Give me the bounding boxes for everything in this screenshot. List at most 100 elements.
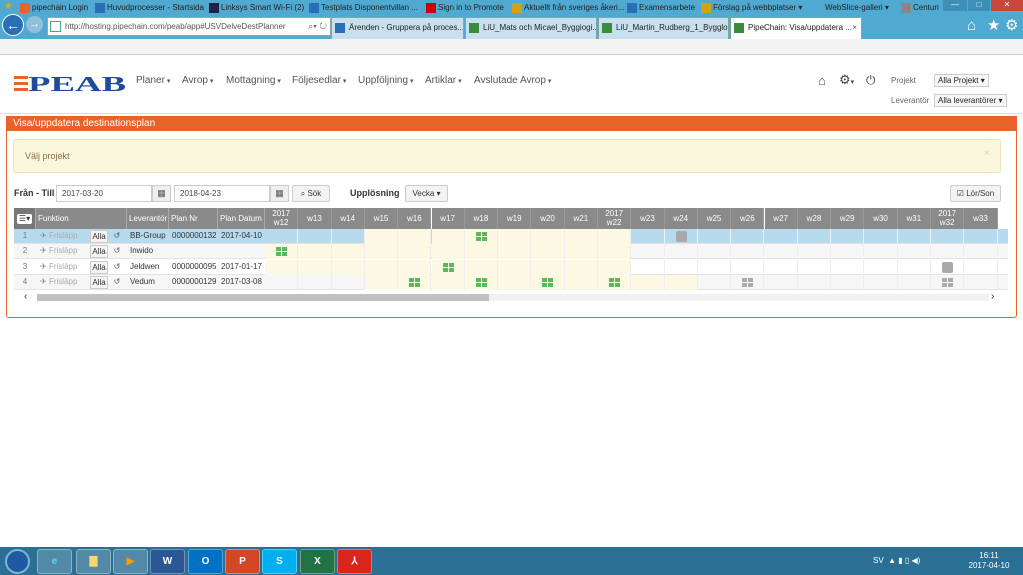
week-cell[interactable] <box>698 229 732 244</box>
delivery-marker-green[interactable] <box>475 277 487 287</box>
delivery-marker-green[interactable] <box>442 262 454 272</box>
system-tray[interactable]: SV ▲ ▮ ▯ ◀) <box>873 556 920 565</box>
table-row[interactable]: 4 ✈ Frisläpp Alla ↺ Vedum 0000000129 2017-03-0… <box>14 274 1008 290</box>
scroll-right-icon[interactable]: › <box>991 291 994 302</box>
week-cell[interactable] <box>931 274 965 290</box>
week-cell[interactable] <box>765 274 798 290</box>
week-cell[interactable] <box>864 274 898 290</box>
table-row[interactable]: 2 ✈ Frisläpp Alla ↺ Inwido <box>14 244 1008 260</box>
week-cell[interactable] <box>398 259 432 275</box>
table-row[interactable]: 3 ✈ Frisläpp Alla ↺ Jeldwen 0000000095 2017-01… <box>14 259 1008 275</box>
week-cell[interactable] <box>831 229 865 244</box>
close-window-button[interactable]: ✕ <box>991 0 1023 11</box>
week-cell[interactable] <box>598 274 632 290</box>
favorite-link[interactable]: pipechain Login <box>20 2 88 14</box>
week-cell[interactable] <box>731 274 765 290</box>
pdf-taskbar-icon[interactable]: ⅄ <box>337 549 372 574</box>
grid-menu-button[interactable]: ☰▾ <box>14 208 36 229</box>
week-cell[interactable] <box>698 244 732 260</box>
back-button[interactable]: ← <box>2 14 24 36</box>
week-cell[interactable] <box>364 229 399 244</box>
undo-icon[interactable]: ↺ <box>110 244 124 259</box>
week-cell[interactable] <box>631 229 665 244</box>
week-cell[interactable] <box>864 259 898 275</box>
week-cell[interactable] <box>765 259 798 275</box>
week-cell[interactable] <box>731 259 765 275</box>
clock[interactable]: 16:11 2017-04-10 <box>966 551 1012 571</box>
week-cell[interactable] <box>798 259 832 275</box>
week-cell[interactable] <box>265 244 299 260</box>
favorite-link[interactable]: Linksys Smart Wi-Fi (2) <box>209 2 304 14</box>
media-taskbar-icon[interactable]: ▶ <box>113 549 148 574</box>
release-button[interactable]: ✈ Frisläpp <box>38 244 88 259</box>
peab-logo[interactable]: PEAB <box>14 73 127 93</box>
delivery-marker-gray[interactable] <box>942 277 953 287</box>
start-button[interactable] <box>5 549 30 574</box>
week-cell[interactable] <box>464 229 499 244</box>
menu-avslutade-avrop[interactable]: Avslutade Avrop ▾ <box>474 75 551 86</box>
week-cell[interactable] <box>464 259 499 275</box>
select-all-button[interactable]: Alla <box>90 275 108 289</box>
week-cell[interactable] <box>332 274 365 290</box>
week-cell[interactable] <box>331 259 365 275</box>
favorite-link[interactable]: WebSlice-galleri ▾ <box>813 2 889 14</box>
calendar-icon[interactable]: ▦ <box>152 185 171 202</box>
week-cell[interactable] <box>364 244 399 260</box>
resolution-select[interactable]: Vecka ▾ <box>405 185 448 202</box>
browser-tab-3[interactable]: LiU_Martin_Rudberg_1_Bygglo... <box>598 17 729 39</box>
release-button[interactable]: ✈ Frisläpp <box>38 229 88 244</box>
week-cell[interactable] <box>631 244 665 260</box>
excel-taskbar-icon[interactable]: X <box>300 549 335 574</box>
favorite-link[interactable]: Testplats Disponentvillan ... <box>309 2 418 14</box>
week-cell[interactable] <box>798 229 832 244</box>
menu-foljesedlar[interactable]: Följesedlar ▾ <box>292 75 346 86</box>
power-logout-icon[interactable]: ⏻ <box>866 73 876 88</box>
from-date-input[interactable]: 2017-03-20 <box>56 185 152 202</box>
week-cell[interactable] <box>765 244 798 260</box>
week-cell[interactable] <box>564 244 598 260</box>
word-taskbar-icon[interactable]: W <box>150 549 185 574</box>
week-cell[interactable] <box>364 259 399 275</box>
week-cell[interactable] <box>964 244 998 260</box>
favorite-link[interactable]: Examensarbete <box>627 2 695 14</box>
forward-button[interactable]: → <box>26 16 43 33</box>
delivery-marker-gray[interactable] <box>675 231 687 242</box>
week-cell[interactable] <box>898 274 931 290</box>
favorites-star-icon[interactable]: ★ <box>4 1 13 13</box>
minimize-button[interactable]: — <box>943 0 967 11</box>
scroll-left-icon[interactable]: ‹ <box>24 291 27 302</box>
explorer-taskbar-icon[interactable]: ▇ <box>76 549 111 574</box>
home-icon[interactable]: ⌂ <box>818 73 826 88</box>
horizontal-scrollbar[interactable]: ‹ › <box>14 291 1008 304</box>
week-cell[interactable] <box>298 244 332 260</box>
menu-artiklar[interactable]: Artiklar ▾ <box>425 75 462 86</box>
select-all-button[interactable]: Alla <box>90 245 108 259</box>
settings-gear-icon[interactable]: ⚙ <box>1005 16 1018 34</box>
menu-mottagning[interactable]: Mottagning ▾ <box>226 75 281 86</box>
outlook-taskbar-icon[interactable]: O <box>188 549 223 574</box>
favorite-link[interactable]: Huvudprocesser - Startsida <box>95 2 204 14</box>
week-cell[interactable] <box>298 259 332 275</box>
home-icon[interactable]: ⌂ <box>967 17 976 34</box>
week-cell[interactable] <box>864 229 898 244</box>
week-cell[interactable] <box>298 229 332 244</box>
week-cell[interactable] <box>964 259 998 275</box>
week-cell[interactable] <box>332 229 365 244</box>
week-cell[interactable] <box>864 244 898 260</box>
undo-icon[interactable]: ↺ <box>110 229 124 244</box>
scrollbar-thumb[interactable] <box>37 294 489 301</box>
week-cell[interactable] <box>665 229 698 244</box>
week-cell[interactable] <box>698 259 732 275</box>
week-cell[interactable] <box>964 274 998 290</box>
week-cell[interactable] <box>598 244 632 260</box>
search-button[interactable]: ⌕ Sök <box>292 185 330 202</box>
weekend-toggle-button[interactable]: ☑ Lör/Son <box>950 185 1001 202</box>
delivery-marker-gray[interactable] <box>742 277 754 287</box>
powerpoint-taskbar-icon[interactable]: P <box>225 549 260 574</box>
menu-planer[interactable]: Planer ▾ <box>136 75 170 86</box>
week-cell[interactable] <box>598 259 632 275</box>
favorite-link[interactable]: Centuri <box>901 2 939 14</box>
select-all-button[interactable]: Alla <box>90 260 108 274</box>
week-cell[interactable] <box>564 229 598 244</box>
week-cell[interactable] <box>798 274 832 290</box>
